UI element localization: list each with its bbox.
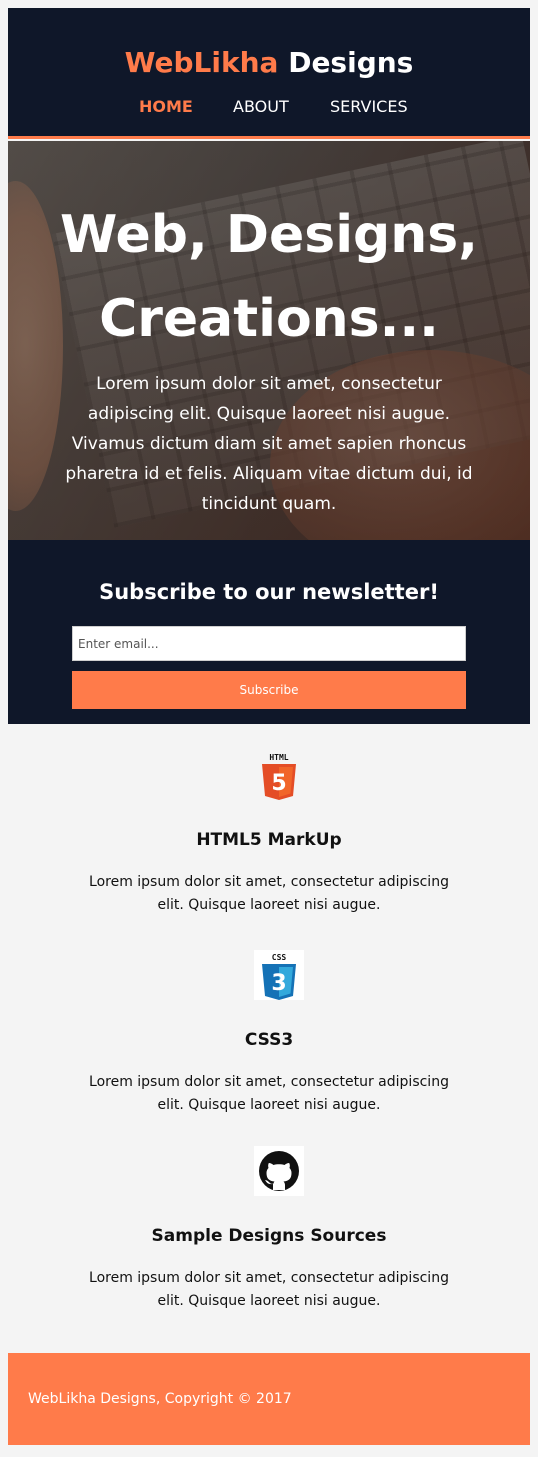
hero-title-line-2: Creations... xyxy=(99,289,439,349)
nav-services[interactable]: SERVICES xyxy=(330,96,408,118)
copyright-text: WebLikha Designs, Copyright © 2017 xyxy=(28,1391,292,1407)
subscribe-button[interactable]: Subscribe xyxy=(72,671,466,709)
feature-title-html5: HTML5 MarkUp xyxy=(196,830,342,850)
html5-icon-badge: HTML xyxy=(269,753,288,762)
hero-showcase: Web, Designs, Creations... Lorem ipsum d… xyxy=(8,141,530,540)
hero-title-line-1: Web, Designs, xyxy=(59,205,478,265)
main-nav: HOME ABOUT SERVICES xyxy=(8,96,530,118)
github-icon xyxy=(254,1146,304,1196)
feature-text-css3: Lorem ipsum dolor sit amet, consectetur … xyxy=(89,1074,449,1113)
newsletter-section: Subscribe to our newsletter! Subscribe xyxy=(8,540,530,724)
feature-text-sources: Lorem ipsum dolor sit amet, consectetur … xyxy=(89,1270,449,1309)
hero-text: Lorem ipsum dolor sit amet, consectetur … xyxy=(65,374,473,514)
css3-icon-number: 3 xyxy=(271,971,286,996)
css3-icon-badge: CSS xyxy=(272,953,287,962)
hero-title: Web, Designs, Creations... xyxy=(8,193,530,361)
site-header: WebLikha Designs HOME ABOUT SERVICES xyxy=(8,8,530,139)
css3-icon: CSS 3 xyxy=(254,950,304,1000)
html5-icon-number: 5 xyxy=(271,771,286,796)
site-brand[interactable]: WebLikha Designs xyxy=(8,46,530,80)
newsletter-title: Subscribe to our newsletter! xyxy=(99,580,439,604)
feature-title-sources: Sample Designs Sources xyxy=(151,1226,387,1246)
html5-icon: HTML 5 xyxy=(262,753,296,800)
brand-rest: Designs xyxy=(288,46,414,79)
email-input[interactable] xyxy=(72,626,466,661)
nav-about[interactable]: ABOUT xyxy=(233,96,289,118)
feature-text-html5: Lorem ipsum dolor sit amet, consectetur … xyxy=(89,874,449,913)
brand-accent: WebLikha xyxy=(124,46,279,79)
feature-title-css3: CSS3 xyxy=(244,1030,294,1050)
site-footer: WebLikha Designs, Copyright © 2017 xyxy=(8,1353,530,1445)
nav-home[interactable]: HOME xyxy=(139,96,193,118)
